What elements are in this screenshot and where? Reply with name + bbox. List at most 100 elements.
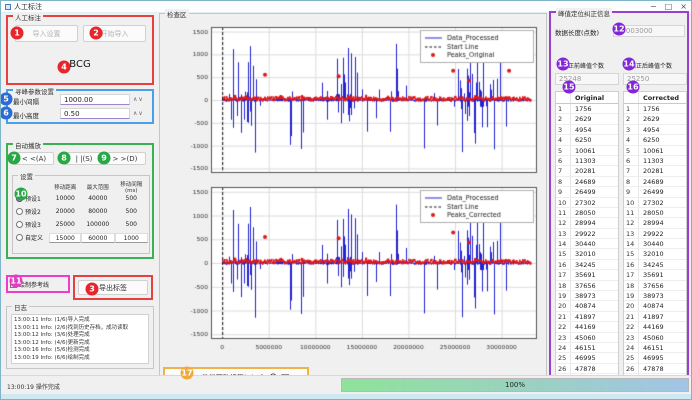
peak-row[interactable]: 926499 (556, 187, 618, 197)
manual-annotation-group: 人工标注 导入设置 开始导入 BCG (6, 15, 154, 85)
peak-row[interactable]: 1027302 (624, 198, 686, 208)
peak-row[interactable]: 720281 (556, 166, 618, 176)
log-group: 日志 13:00:11 Info: (1/6)导入完成13:00:11 Info… (6, 306, 154, 369)
peak-row[interactable]: 1027302 (556, 198, 618, 208)
peak-row[interactable]: 1735691 (556, 270, 618, 280)
min-interval-label: 最小间隔 (13, 96, 39, 106)
peak-row[interactable]: 1532010 (624, 249, 686, 259)
log-entry: 13:00:16 Info: (5/6)检测完成 (14, 347, 146, 355)
peak-row[interactable]: 720281 (624, 166, 686, 176)
peak-row[interactable]: 1938973 (624, 291, 686, 301)
preset-value: 100000 (81, 221, 115, 228)
peak-row[interactable]: 1634245 (556, 260, 618, 270)
peak-row[interactable]: 2040874 (556, 301, 618, 311)
annotation-badge-6: 6 (0, 107, 13, 120)
peak-row[interactable]: 611303 (624, 156, 686, 166)
peak-row[interactable]: 1938973 (556, 291, 618, 301)
annotation-badge-5: 5 (0, 93, 13, 106)
peak-row[interactable]: 1634245 (624, 260, 686, 270)
annotation-badge-9: 9 (98, 152, 111, 165)
import-settings-button[interactable]: 导入设置 (15, 25, 78, 42)
peak-row[interactable]: 11756 (624, 104, 686, 114)
peak-info-title: 峰值定位纠正信息 (556, 8, 612, 18)
peak-row[interactable]: 1228994 (624, 218, 686, 228)
peak-row[interactable]: 510061 (624, 146, 686, 156)
minimize-button[interactable]: − (650, 2, 657, 12)
preset-radio-预设3[interactable] (16, 221, 23, 228)
peak-row[interactable]: 1837656 (556, 281, 618, 291)
peak-row[interactable]: 2446151 (556, 343, 618, 353)
peak-row[interactable]: 1329922 (556, 229, 618, 239)
peak-row[interactable]: 2345060 (556, 333, 618, 343)
annotation-badge-16: 16 (627, 81, 640, 94)
custom-value-input[interactable]: 15000 (49, 233, 81, 243)
peak-row[interactable]: 2040874 (624, 301, 686, 311)
peak-row[interactable]: 2244169 (624, 322, 686, 332)
preset-value: 80000 (81, 208, 115, 215)
peak-row[interactable]: 2546995 (624, 353, 686, 363)
corrected-peaks-body: 1175622629349544625051006161130372028182… (624, 104, 686, 385)
settings-title: 设置 (18, 171, 35, 181)
custom-value-input[interactable]: 60000 (81, 233, 115, 243)
preset-value: 10000 (50, 195, 82, 202)
peak-row[interactable]: 46250 (556, 135, 618, 145)
peak-row[interactable]: 1228994 (556, 218, 618, 228)
preset-radio-预设2[interactable] (16, 208, 23, 215)
peak-row[interactable]: 2446151 (624, 343, 686, 353)
preset-col-header: 移动间隔(ms) (115, 180, 149, 194)
peak-row[interactable]: 510061 (556, 146, 618, 156)
min-interval-input[interactable]: 1000.00 (60, 94, 130, 105)
maximize-button[interactable]: □ (665, 2, 673, 12)
annotation-badge-10: 10 (15, 188, 28, 201)
peak-row[interactable]: 1430440 (556, 239, 618, 249)
spin-down-icon[interactable]: ∨ (138, 96, 143, 103)
preset-col-header: 移动距离 (50, 183, 82, 191)
peak-row[interactable]: 824689 (556, 177, 618, 187)
peak-row[interactable]: 824689 (624, 177, 686, 187)
peak-row[interactable]: 1735691 (624, 270, 686, 280)
peak-row[interactable]: 2141897 (556, 312, 618, 322)
peak-row[interactable]: 2141897 (624, 312, 686, 322)
custom-value-input[interactable]: 1000 (115, 233, 149, 243)
annotation-badge-17: 17 (181, 367, 194, 380)
app-icon (5, 4, 11, 10)
spin-down-icon[interactable]: ∨ (138, 110, 143, 117)
peak-row[interactable]: 34954 (556, 125, 618, 135)
peak-row[interactable]: 1532010 (556, 249, 618, 259)
min-height-input[interactable]: 0.50 (60, 108, 130, 119)
peak-row[interactable]: 1837656 (624, 281, 686, 291)
peak-row[interactable]: 22629 (624, 114, 686, 124)
peak-row[interactable]: 2647878 (624, 364, 686, 374)
annotation-badge-12: 12 (613, 23, 626, 36)
annotation-badge-7: 7 (8, 152, 21, 165)
peak-row[interactable]: 22629 (556, 114, 618, 124)
preset-col-header: 最大范围 (81, 183, 115, 191)
annotation-badge-4: 4 (58, 61, 71, 74)
peak-row[interactable]: 34954 (624, 125, 686, 135)
original-peaks-table[interactable]: Original 1175622629349544625051006161130… (555, 91, 619, 387)
peak-row[interactable]: 1128050 (556, 208, 618, 218)
peak-row[interactable]: 2345060 (624, 333, 686, 343)
peak-row[interactable]: 1329922 (624, 229, 686, 239)
peak-row[interactable]: 1128050 (624, 208, 686, 218)
peak-row[interactable]: 611303 (556, 156, 618, 166)
log-entry: 13:00:11 Info: (1/6)导入完成 (14, 317, 146, 325)
peak-row[interactable]: 926499 (624, 187, 686, 197)
peak-row[interactable]: 11756 (556, 104, 618, 114)
min-height-label: 最小高度 (13, 110, 39, 120)
peak-row[interactable]: 2244169 (556, 322, 618, 332)
signal-charts-canvas[interactable] (165, 21, 541, 361)
peak-row[interactable]: 2647878 (556, 364, 618, 374)
log-entry: 13:00:19 Info: (6/6)绘制完成 (14, 355, 146, 363)
preset-value: 40000 (81, 195, 115, 202)
log-list[interactable]: 13:00:11 Info: (1/6)导入完成13:00:11 Info: (… (11, 314, 149, 364)
progress-bar: 100% (341, 378, 689, 392)
peak-row[interactable]: 46250 (624, 135, 686, 145)
window-title: 人工标注 (14, 2, 42, 12)
corrected-peaks-table[interactable]: Corrected 117562262934954462505100616113… (623, 91, 687, 387)
close-button[interactable]: × (680, 2, 687, 12)
peak-row[interactable]: 2546995 (556, 353, 618, 363)
preset-radio-自定义[interactable] (16, 234, 23, 241)
peak-row[interactable]: 1430440 (624, 239, 686, 249)
annotation-badge-15: 15 (563, 81, 576, 94)
